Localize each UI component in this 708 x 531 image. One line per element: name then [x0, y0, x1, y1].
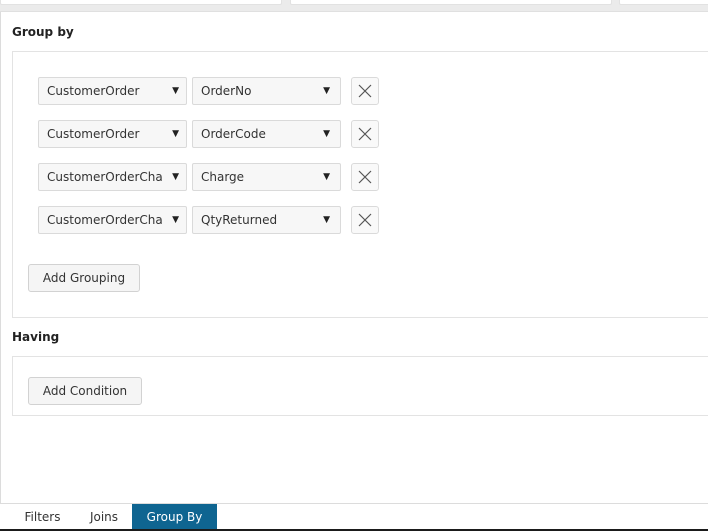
top-panel-2	[290, 0, 612, 5]
column-select-value: Charge	[201, 170, 245, 184]
add-grouping-button[interactable]: Add Grouping	[28, 264, 140, 292]
table-select-value: CustomerOrderCha	[47, 213, 163, 227]
caret-down-icon: ▼	[323, 129, 330, 139]
top-panel-1	[0, 0, 282, 5]
tab-joins[interactable]: Joins	[78, 504, 130, 530]
remove-grouping-button[interactable]	[351, 206, 379, 234]
table-select-value: CustomerOrderCha	[47, 170, 163, 184]
caret-down-icon: ▼	[323, 86, 330, 96]
group-by-panel: CustomerOrder ▼ OrderNo ▼ CustomerOrder …	[12, 51, 708, 318]
column-select-value: OrderNo	[201, 84, 252, 98]
close-icon	[358, 84, 372, 98]
column-select[interactable]: OrderCode ▼	[192, 120, 341, 148]
column-select-value: QtyReturned	[201, 213, 278, 227]
caret-down-icon: ▼	[172, 129, 179, 139]
table-select-value: CustomerOrder	[47, 127, 140, 141]
caret-down-icon: ▼	[172, 172, 179, 182]
table-select[interactable]: CustomerOrderCha ▼	[38, 206, 187, 234]
table-select[interactable]: CustomerOrder ▼	[38, 120, 187, 148]
close-icon	[358, 127, 372, 141]
top-panels-strip	[0, 0, 708, 12]
caret-down-icon: ▼	[172, 215, 179, 225]
bottom-tab-bar: Filters Joins Group By	[0, 503, 708, 531]
remove-grouping-button[interactable]	[351, 120, 379, 148]
close-icon	[358, 170, 372, 184]
caret-down-icon: ▼	[323, 215, 330, 225]
caret-down-icon: ▼	[172, 86, 179, 96]
group-by-title: Group by	[12, 25, 74, 39]
tab-group-by[interactable]: Group By	[132, 504, 217, 530]
table-select-value: CustomerOrder	[47, 84, 140, 98]
column-select[interactable]: Charge ▼	[192, 163, 341, 191]
query-designer-main: Group by CustomerOrder ▼ OrderNo ▼ Custo…	[0, 12, 708, 503]
tab-filters[interactable]: Filters	[15, 504, 70, 530]
top-panel-3	[619, 0, 708, 5]
remove-grouping-button[interactable]	[351, 77, 379, 105]
close-icon	[358, 213, 372, 227]
column-select-value: OrderCode	[201, 127, 266, 141]
table-select[interactable]: CustomerOrderCha ▼	[38, 163, 187, 191]
caret-down-icon: ▼	[323, 172, 330, 182]
column-select[interactable]: OrderNo ▼	[192, 77, 341, 105]
remove-grouping-button[interactable]	[351, 163, 379, 191]
table-select[interactable]: CustomerOrder ▼	[38, 77, 187, 105]
column-select[interactable]: QtyReturned ▼	[192, 206, 341, 234]
having-panel: Add Condition	[12, 356, 708, 416]
add-condition-button[interactable]: Add Condition	[28, 377, 142, 405]
having-title: Having	[12, 330, 60, 344]
